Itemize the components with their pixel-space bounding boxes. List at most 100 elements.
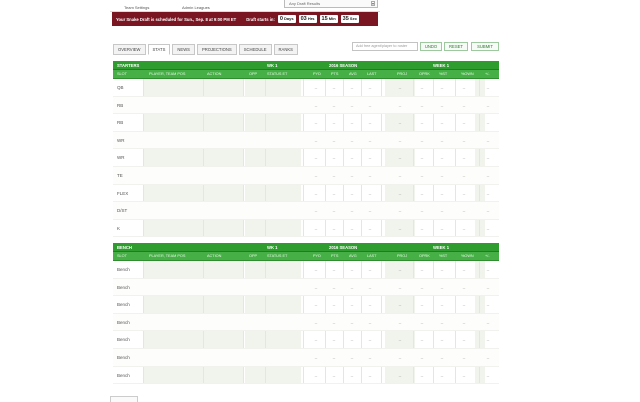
tab-news[interactable]: NEWS xyxy=(172,44,195,55)
slot-label: Bench xyxy=(117,267,130,272)
reset-button[interactable]: RESET xyxy=(444,42,468,51)
stat-cell: -- xyxy=(350,225,354,231)
starters-col-header: OPP xyxy=(249,72,258,76)
tab-ranks[interactable]: RANKS xyxy=(273,44,298,55)
starters-season-col: 2016 SEASON xyxy=(329,63,358,68)
table-row[interactable]: RB -- -- -- -- -- -- -- -- -- xyxy=(113,96,499,115)
slot-label: D/ST xyxy=(117,208,128,214)
table-row[interactable]: Bench -- -- -- -- -- -- -- -- -- xyxy=(113,348,499,367)
countdown-seconds-unit: Sec xyxy=(349,16,358,21)
table-row[interactable]: Bench -- -- -- -- -- -- -- -- -- xyxy=(113,331,499,349)
draft-results-select[interactable]: Any Draft Results ▾ xyxy=(284,0,378,8)
stat-cell: -- xyxy=(420,319,424,325)
slot-label: QB xyxy=(117,85,124,90)
stat-cell: -- xyxy=(462,85,466,90)
table-row[interactable]: WR -- -- -- -- -- -- -- -- -- xyxy=(113,149,499,167)
bench-title: BENCH xyxy=(117,245,132,250)
table-row[interactable]: QB -- -- -- -- -- -- -- -- -- xyxy=(113,79,499,97)
stat-cell: -- xyxy=(486,302,490,308)
stat-cell: -- xyxy=(440,190,444,196)
stat-cell: -- xyxy=(368,225,372,231)
starters-week-right: WEEK 1 xyxy=(433,63,450,68)
table-row[interactable]: WR -- -- -- -- -- -- -- -- -- xyxy=(113,131,499,150)
stat-cell: -- xyxy=(332,102,336,108)
stat-cell: -- xyxy=(486,267,490,272)
slot-label: Bench xyxy=(117,354,130,360)
stat-cell: -- xyxy=(332,85,336,90)
countdown-hours-value: 03 xyxy=(300,16,307,22)
submit-button[interactable]: SUBMIT xyxy=(471,42,499,51)
stat-cell: -- xyxy=(462,190,466,196)
table-row[interactable]: RB -- -- -- -- -- -- -- -- -- xyxy=(113,114,499,132)
admin-leagues-link[interactable]: Admin Leagues xyxy=(182,5,210,10)
stat-cell: -- xyxy=(332,155,336,161)
stat-cell: -- xyxy=(368,284,372,290)
table-row[interactable]: K -- -- -- -- -- -- -- -- -- xyxy=(113,220,499,238)
table-row[interactable]: FLEX -- -- -- -- -- -- -- -- -- xyxy=(113,185,499,203)
stat-cell: -- xyxy=(350,190,354,196)
stat-cell: -- xyxy=(332,319,336,325)
stat-cell: -- xyxy=(440,120,444,126)
starters-col-header: %ST xyxy=(439,72,448,76)
tab-projections[interactable]: PROJECTIONS xyxy=(196,44,237,55)
stat-cell: -- xyxy=(486,120,490,126)
table-row[interactable]: Bench -- -- -- -- -- -- -- -- -- xyxy=(113,367,499,385)
bench-week-right: WEEK 1 xyxy=(433,245,450,250)
tab-stats[interactable]: STATS xyxy=(147,44,171,55)
starters-col-header: ACTION xyxy=(207,72,222,76)
stat-cell: -- xyxy=(350,284,354,290)
undo-button[interactable]: UNDO xyxy=(420,42,442,51)
stat-cell: -- xyxy=(332,120,336,126)
table-row[interactable]: Bench -- -- -- -- -- -- -- -- -- xyxy=(113,313,499,332)
stat-cell: -- xyxy=(314,208,318,214)
bench-header-bar: BENCH WK 1 2016 SEASON WEEK 1 xyxy=(113,243,499,252)
stat-cell: -- xyxy=(462,172,466,178)
stat-cell: -- xyxy=(486,137,490,143)
table-row[interactable]: Bench -- -- -- -- -- -- -- -- -- xyxy=(113,278,499,297)
starters-title: STARTERS xyxy=(117,63,140,68)
stat-cell: -- xyxy=(314,319,318,325)
starters-rows: QB -- -- -- -- -- -- -- -- -- RB -- -- -- -- -- -- -- -- --… xyxy=(113,79,499,238)
stat-cell: -- xyxy=(440,155,444,161)
stat-cell: -- xyxy=(368,137,372,143)
stat-cell: -- xyxy=(332,372,336,378)
draft-banner: Your Snake Draft is scheduled for Sun., … xyxy=(112,12,378,26)
slot-label: K xyxy=(117,225,121,231)
stat-cell: -- xyxy=(398,120,402,126)
table-row[interactable]: Bench -- -- -- -- -- -- -- -- -- xyxy=(113,296,499,314)
table-row[interactable]: D/ST -- -- -- -- -- -- -- -- -- xyxy=(113,202,499,220)
starters-col-header: SLOT xyxy=(117,72,127,76)
stat-cell: -- xyxy=(486,102,490,108)
starters-col-header: PYD xyxy=(313,72,321,76)
stat-cell: -- xyxy=(368,372,372,378)
stat-cell: -- xyxy=(398,284,402,290)
add-player-search-input[interactable]: Add free agent/player to roster xyxy=(352,42,418,51)
table-row[interactable]: Bench -- -- -- -- -- -- -- -- -- xyxy=(113,261,499,279)
team-settings-link[interactable]: Team Settings xyxy=(124,5,149,10)
bottom-tab[interactable] xyxy=(110,396,138,402)
tab-schedule[interactable]: SCHEDULE xyxy=(238,44,272,55)
draft-starts-label: Draft starts in: xyxy=(246,16,275,22)
stat-cell: -- xyxy=(368,337,372,343)
countdown-days-value: 0 xyxy=(279,16,283,22)
stat-cell: -- xyxy=(332,354,336,360)
stat-cell: -- xyxy=(350,85,354,90)
slot-label: FLEX xyxy=(117,190,129,196)
tab-overview[interactable]: OVERVIEW xyxy=(113,44,146,55)
stat-cell: -- xyxy=(368,155,372,161)
starters-col-header: AVG xyxy=(349,72,357,76)
stat-cell: -- xyxy=(440,319,444,325)
slot-label: Bench xyxy=(117,372,130,378)
starters-header-bar: STARTERS WK 1 2016 SEASON WEEK 1 xyxy=(113,61,499,70)
countdown-days: 0 Days xyxy=(277,15,296,23)
bench-col-header: OPP xyxy=(249,254,258,258)
stat-cell: -- xyxy=(314,267,318,272)
stat-cell: -- xyxy=(350,337,354,343)
stat-cell: -- xyxy=(462,102,466,108)
bench-season-col: 2016 SEASON xyxy=(329,245,358,250)
stat-cell: -- xyxy=(332,225,336,231)
slot-label: Bench xyxy=(117,337,130,343)
stat-cell: -- xyxy=(462,337,466,343)
table-row[interactable]: TE -- -- -- -- -- -- -- -- -- xyxy=(113,166,499,185)
stat-cell: -- xyxy=(462,155,466,161)
